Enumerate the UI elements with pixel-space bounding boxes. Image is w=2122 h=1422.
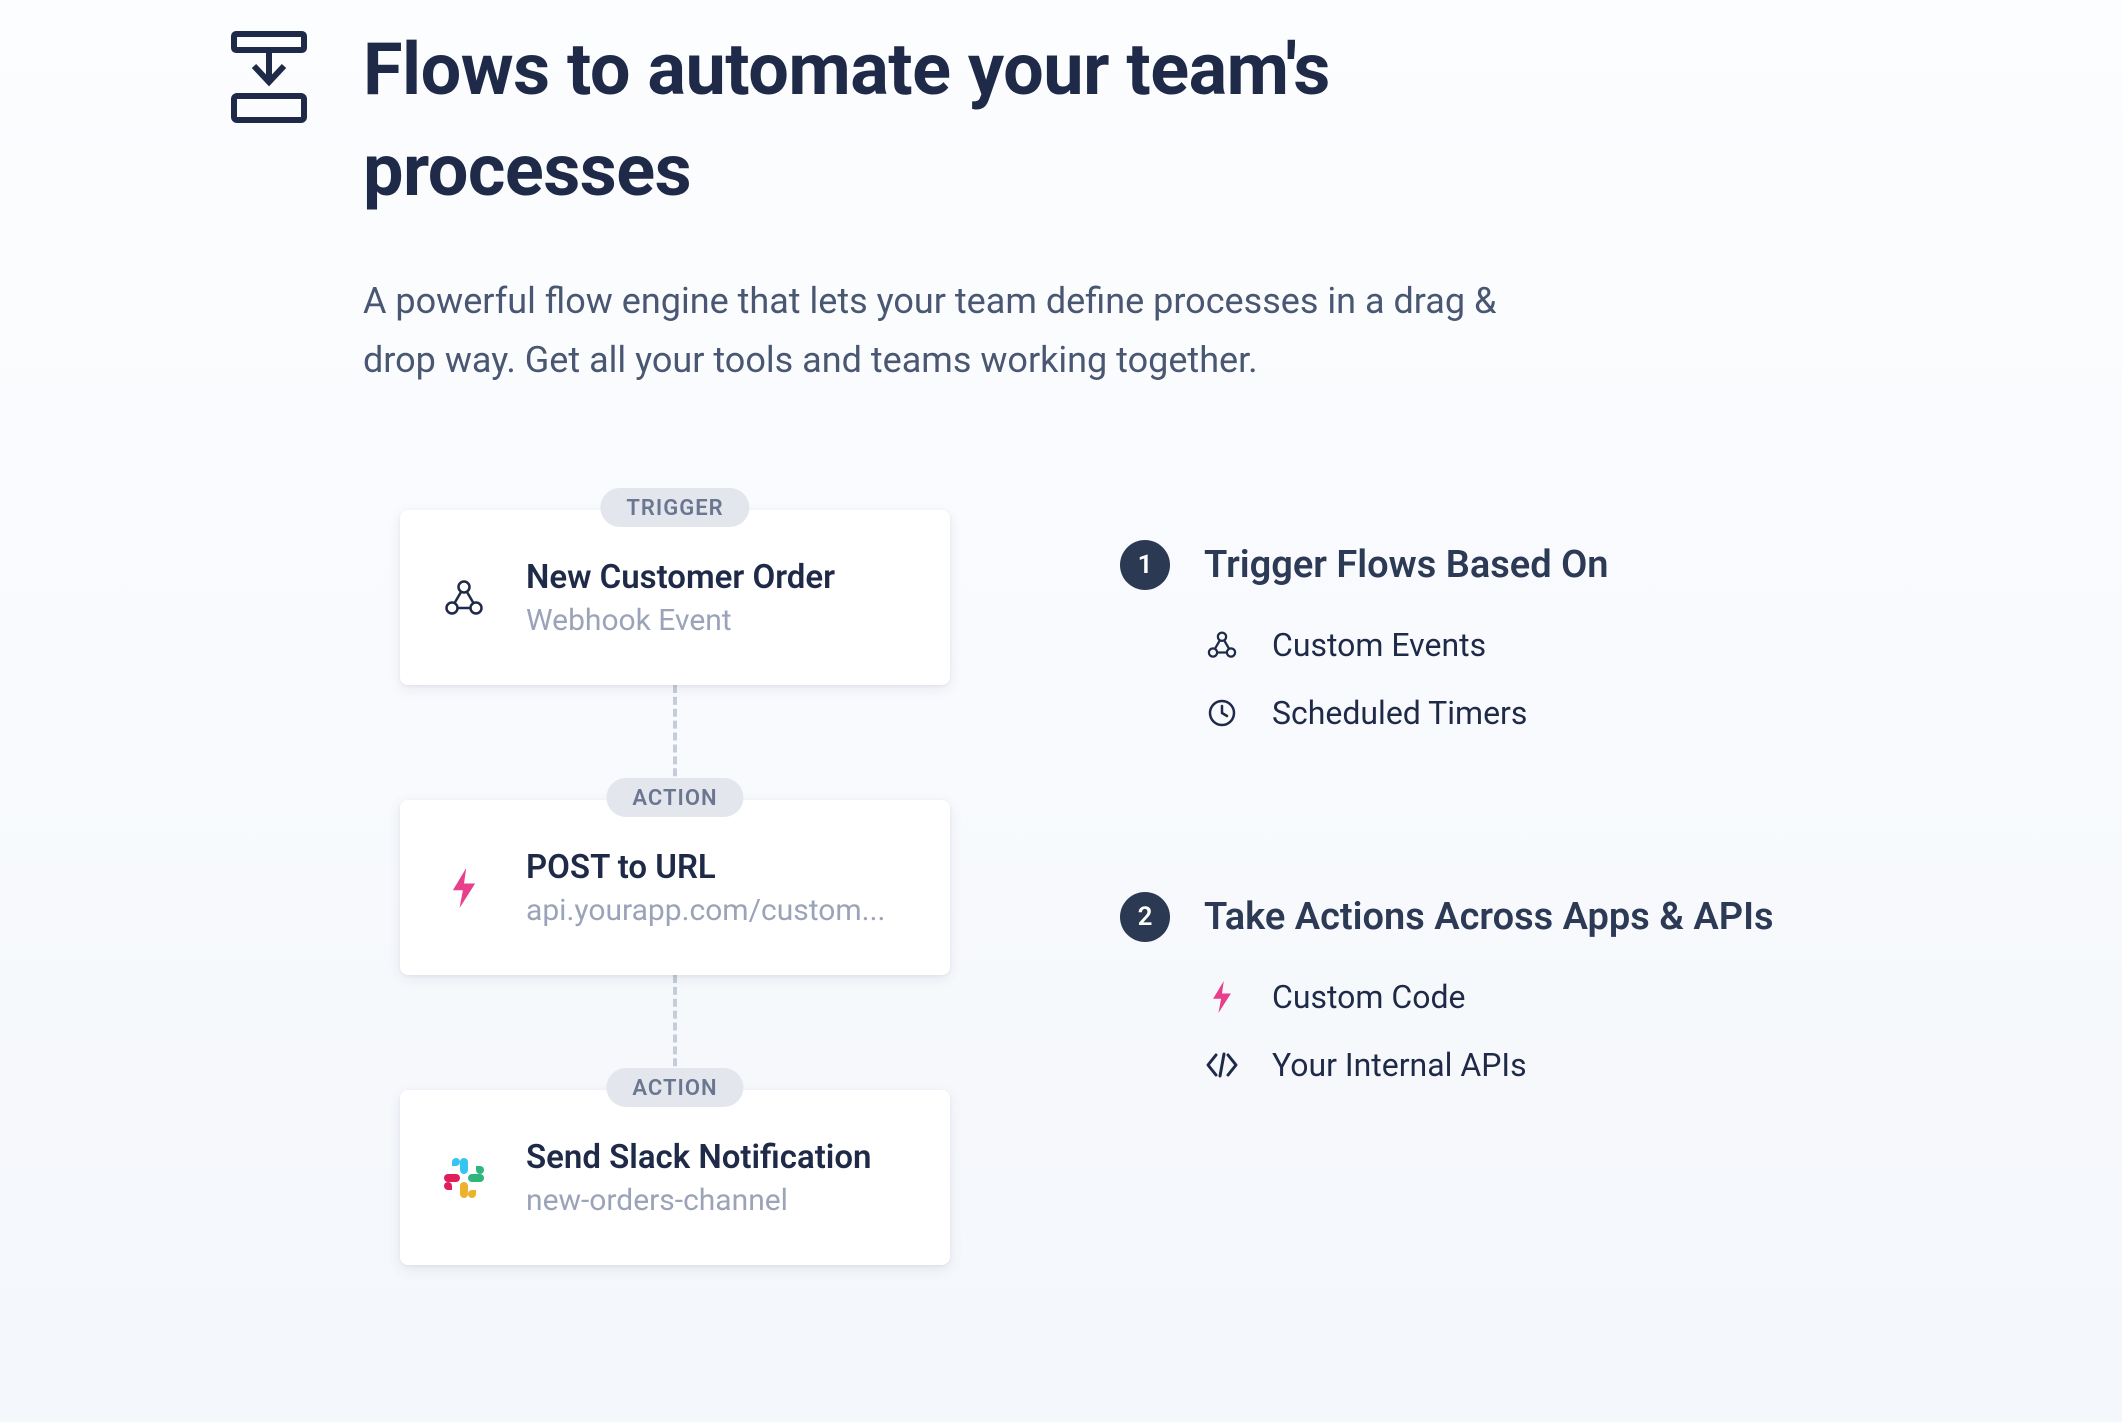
flow-card-title: Send Slack Notification (526, 1138, 950, 1177)
node-type-pill: ACTION (606, 1068, 743, 1107)
clock-icon (1204, 698, 1240, 728)
code-icon (1204, 1052, 1240, 1078)
feature-number-badge: 1 (1120, 540, 1170, 590)
feature-item-label: Scheduled Timers (1272, 694, 1527, 732)
page: Flows to automate your team's processes … (0, 0, 2122, 1265)
feature-item-internal-apis: Your Internal APIs (1204, 1046, 1892, 1084)
hero-text: Flows to automate your team's processes … (363, 20, 1892, 390)
flow-card-subtitle: Webhook Event (526, 603, 896, 638)
flow-card: POST to URL api.yourapp.com/custom... (400, 800, 950, 975)
hero-section: Flows to automate your team's processes … (230, 20, 1892, 390)
node-type-pill: TRIGGER (600, 488, 749, 527)
node-type-pill: ACTION (606, 778, 743, 817)
slack-icon (440, 1154, 488, 1202)
bolt-icon (1204, 981, 1240, 1013)
page-title: Flows to automate your team's processes (363, 20, 1463, 222)
feature-item-custom-code: Custom Code (1204, 978, 1892, 1016)
feature-block-actions: 2 Take Actions Across Apps & APIs Custom… (1120, 892, 1892, 1084)
feature-heading: 1 Trigger Flows Based On (1120, 540, 1892, 590)
flow-card-subtitle: new-orders-channel (526, 1183, 896, 1218)
flow-card-title: New Customer Order (526, 558, 950, 597)
feature-item-scheduled-timers: Scheduled Timers (1204, 694, 1892, 732)
feature-block-triggers: 1 Trigger Flows Based On (1120, 540, 1892, 732)
flow-card: Send Slack Notification new-orders-chann… (400, 1090, 950, 1265)
feature-title: Take Actions Across Apps & APIs (1204, 895, 1774, 939)
flow-card-title: POST to URL (526, 848, 950, 887)
feature-heading: 2 Take Actions Across Apps & APIs (1120, 892, 1892, 942)
feature-item-label: Custom Code (1272, 978, 1465, 1016)
flow-node-action-slack[interactable]: ACTION (400, 1090, 950, 1265)
feature-item-label: Custom Events (1272, 626, 1486, 664)
flow-node-trigger[interactable]: TRIGGER New Customer Order (400, 510, 950, 685)
feature-item-label: Your Internal APIs (1272, 1046, 1527, 1084)
flow-card: New Customer Order Webhook Event (400, 510, 950, 685)
feature-title: Trigger Flows Based On (1204, 543, 1609, 587)
page-subtitle: A powerful flow engine that lets your te… (363, 272, 1543, 391)
feature-item-custom-events: Custom Events (1204, 626, 1892, 664)
webhook-icon (440, 578, 488, 618)
webhook-icon (1204, 630, 1240, 660)
body-section: TRIGGER New Customer Order (230, 510, 1892, 1265)
flows-hero-icon (230, 30, 308, 129)
bolt-icon (440, 868, 488, 908)
flow-diagram: TRIGGER New Customer Order (400, 510, 950, 1265)
flow-node-action-post[interactable]: ACTION POST to URL api.yourapp.com/custo… (400, 800, 950, 975)
features-list: 1 Trigger Flows Based On (1120, 510, 1892, 1265)
flow-card-subtitle: api.yourapp.com/custom... (526, 893, 896, 928)
feature-number-badge: 2 (1120, 892, 1170, 942)
